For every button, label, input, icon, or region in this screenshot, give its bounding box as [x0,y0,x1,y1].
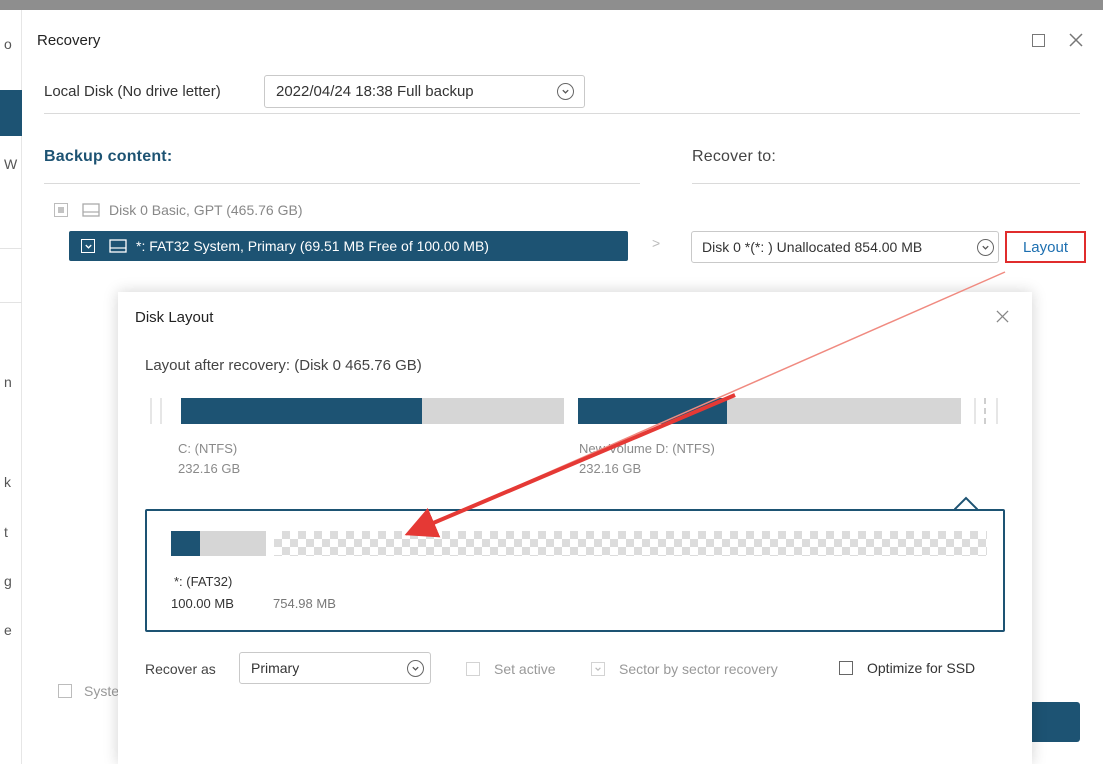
set-active-label: Set active [494,661,556,677]
unallocated-space-bar[interactable] [274,531,987,556]
new-partition-bar[interactable] [171,531,266,556]
background-window-text: n [4,374,12,390]
recover-target-value: Disk 0 *(*: ) Unallocated 854.00 MB [702,239,923,255]
new-partition-bar-used [171,531,200,556]
dialog-title: Recovery [37,32,101,49]
background-window-text: t [4,524,8,540]
optimize-ssd-label: Optimize for SSD [867,660,976,676]
selected-partition-label: *: FAT32 System, Primary (69.51 MB Free … [136,238,489,254]
disk-icon [82,203,100,217]
source-disk-label: Local Disk (No drive letter) [44,83,221,100]
new-partition-name: *: (FAT32) [174,574,233,589]
sector-by-sector-option[interactable]: Sector by sector recovery [591,661,778,677]
background-window-divider [0,302,22,303]
chevron-down-icon [557,83,574,100]
partition-d-name: New Volume D: (NTFS) [579,441,715,456]
popup-close-button[interactable] [990,304,1014,328]
chevron-down-icon [407,659,424,677]
strip-edge [984,398,986,424]
screen-top-bar [0,0,1103,10]
strip-edge [996,398,998,424]
partition-bar-d[interactable] [578,398,961,424]
layout-link[interactable]: Layout [1005,231,1086,263]
chevron-down-icon [977,238,994,256]
close-button[interactable] [1064,28,1088,52]
partition-bar-d-used [578,398,728,424]
partition-c-size: 232.16 GB [178,461,241,476]
selected-partition-row[interactable]: *: FAT32 System, Primary (69.51 MB Free … [69,231,628,261]
optimize-ssd-option[interactable]: Optimize for SSD [839,660,975,676]
target-partition-detail: *: (FAT32) 100.00 MB 754.98 MB [145,509,1005,632]
strip-edge [150,398,152,424]
sector-by-sector-checkbox[interactable] [591,662,605,676]
recover-target-select[interactable]: Disk 0 *(*: ) Unallocated 854.00 MB [691,231,999,263]
set-active-option[interactable]: Set active [466,661,555,677]
backup-content-title: Backup content: [44,148,173,165]
partition-d-size: 232.16 GB [579,461,642,476]
partition-bar-c[interactable] [181,398,564,424]
background-window-divider [0,248,22,249]
strip-edge [974,398,976,424]
recover-as-value: Primary [251,660,300,676]
arrow-right-icon: > [652,235,661,251]
backup-version-value: 2022/04/24 18:38 Full backup [276,83,474,100]
recover-as-select[interactable]: Primary [239,652,431,684]
layout-subtitle: Layout after recovery: (Disk 0 465.76 GB… [145,357,422,374]
disk-row[interactable]: Disk 0 Basic, GPT (465.76 GB) [54,202,302,218]
partition-c-name: C: (NTFS) [178,441,238,456]
maximize-button[interactable] [1026,28,1050,52]
checkmark-icon [84,244,92,249]
close-icon [995,309,1009,323]
new-partition-size: 100.00 MB [171,596,234,611]
set-active-checkbox[interactable] [466,662,480,676]
recover-as-label: Recover as [145,661,216,677]
system-option[interactable]: Syste [58,683,119,699]
disk-checkbox[interactable] [54,203,68,217]
background-window-nav-band [0,90,22,136]
divider [692,183,1080,184]
system-checkbox-label: Syste [84,683,120,699]
recover-to-title: Recover to: [692,148,777,165]
sector-by-sector-label: Sector by sector recovery [619,661,778,677]
disk-label: Disk 0 Basic, GPT (465.76 GB) [109,202,303,218]
maximize-icon [1031,33,1045,47]
backup-version-select[interactable]: 2022/04/24 18:38 Full backup [264,75,585,108]
close-icon [1069,33,1083,47]
background-window-text: g [4,573,12,589]
background-window: o W n k t g e [0,10,22,764]
divider [44,113,1080,114]
background-window-text: o [4,36,12,52]
disk-icon [109,239,127,253]
background-window-text: e [4,622,12,638]
disk-layout-popup: Disk Layout Layout after recovery: (Disk… [118,292,1032,764]
partition-bar-c-used [181,398,423,424]
strip-edge [160,398,162,424]
system-checkbox[interactable] [58,684,72,698]
popup-title: Disk Layout [135,309,214,326]
partition-checkbox[interactable] [81,239,95,253]
checkmark-icon [595,667,601,672]
divider [44,183,640,184]
unallocated-size: 754.98 MB [273,596,336,611]
optimize-ssd-checkbox[interactable] [839,661,853,675]
background-window-text: k [4,474,11,490]
background-window-text: W [4,156,18,172]
